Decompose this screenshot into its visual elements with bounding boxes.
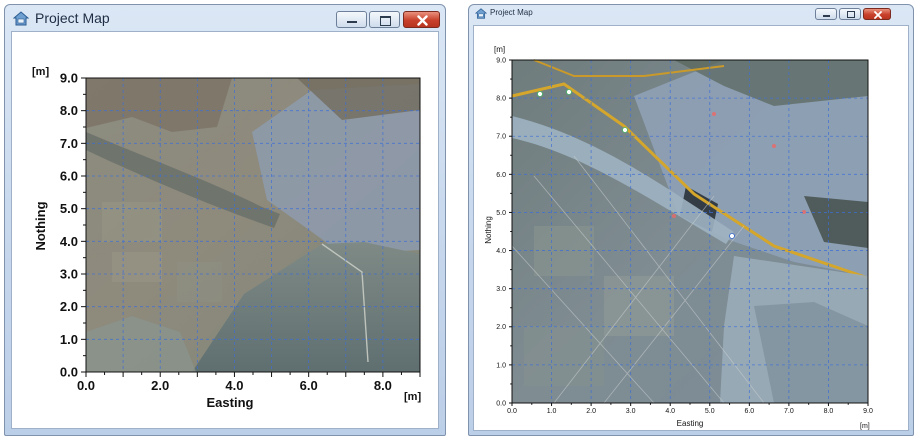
title-bar[interactable]: Project Map — [5, 5, 445, 31]
y-tick-labels: 0.0 1.0 2.0 3.0 4.0 5.0 6.0 7.0 8.0 9.0 — [60, 71, 78, 380]
y-axis-unit: [m] — [32, 66, 49, 78]
maximize-button[interactable] — [839, 8, 861, 20]
y-tick-label: 5.0 — [496, 210, 506, 217]
project-map-window-2: Project Map 0.0 1.0 2.0 3.0 4.0 5.0 6.0 … — [468, 4, 914, 436]
x-tick-label: 5.0 — [705, 408, 715, 415]
map-app-icon — [475, 8, 487, 19]
project-map-window-1: Project Map 0.0 2.0 4.0 6.0 8.0 0.0 1.0 … — [4, 4, 446, 436]
map-panel: 0.0 1.0 2.0 3.0 4.0 5.0 6.0 7.0 8.0 9.0 0.0 1.0 2.0… — [473, 25, 909, 431]
maximize-icon — [380, 16, 391, 26]
y-tick-label: 9.0 — [496, 57, 506, 64]
y-axis-label: Nothing — [484, 216, 493, 244]
y-tick-label: 5.0 — [60, 201, 78, 216]
y-tick-label: 6.0 — [60, 169, 78, 184]
x-axis-label: Easting — [207, 395, 254, 410]
x-tick-label: 4.0 — [665, 408, 675, 415]
x-tick-label: 3.0 — [626, 408, 636, 415]
x-tick-label: 2.0 — [586, 408, 596, 415]
y-tick-label: 1.0 — [496, 362, 506, 369]
minimize-icon — [823, 15, 830, 17]
close-button[interactable] — [863, 8, 891, 20]
y-tick-label: 8.0 — [496, 96, 506, 103]
x-tick-label: 6.0 — [300, 378, 318, 393]
y-tick-label: 2.0 — [496, 324, 506, 331]
x-tick-label: 8.0 — [374, 378, 392, 393]
map-app-icon — [13, 11, 29, 26]
x-tick-label: 1.0 — [547, 408, 557, 415]
close-icon — [874, 11, 882, 19]
minimize-button[interactable] — [336, 11, 367, 28]
y-tick-label: 7.0 — [496, 134, 506, 141]
y-tick-labels: 0.0 1.0 2.0 3.0 4.0 5.0 6.0 7.0 8.0 9.0 — [496, 57, 506, 407]
map-chart: 0.0 2.0 4.0 6.0 8.0 0.0 1.0 2.0 3.0 4.0 5.0 6.0 7.0… — [32, 66, 421, 410]
x-tick-labels: 0.0 2.0 4.0 6.0 8.0 — [77, 378, 392, 393]
x-axis-label: Easting — [677, 419, 704, 428]
x-tick-label: 2.0 — [151, 378, 169, 393]
y-tick-marks — [81, 77, 86, 373]
x-tick-labels: 0.0 1.0 2.0 3.0 4.0 5.0 6.0 7.0 8.0 9.0 — [507, 408, 873, 415]
y-tick-label: 0.0 — [60, 365, 78, 380]
y-tick-label: 4.0 — [496, 248, 506, 255]
title-bar[interactable]: Project Map — [469, 5, 913, 23]
x-axis-unit: [m] — [404, 391, 421, 403]
close-button[interactable] — [403, 11, 440, 28]
map-panel: 0.0 2.0 4.0 6.0 8.0 0.0 1.0 2.0 3.0 4.0 5.0 6.0 7.0… — [11, 31, 439, 429]
y-tick-label: 2.0 — [60, 299, 78, 314]
maximize-button[interactable] — [369, 11, 400, 28]
y-tick-label: 3.0 — [60, 267, 78, 282]
close-icon — [417, 15, 428, 26]
x-tick-marks — [85, 372, 421, 377]
x-tick-label: 0.0 — [77, 378, 95, 393]
map-chart: 0.0 1.0 2.0 3.0 4.0 5.0 6.0 7.0 8.0 9.0 0.0 1.0 2.0… — [484, 45, 873, 430]
x-tick-label: 8.0 — [824, 408, 834, 415]
y-tick-label: 7.0 — [60, 136, 78, 151]
x-tick-label: 0.0 — [507, 408, 517, 415]
y-axis-label: Nothing — [33, 201, 48, 250]
x-axis-unit: [m] — [860, 423, 870, 430]
satellite-map-image — [86, 78, 420, 372]
x-tick-label: 6.0 — [744, 408, 754, 415]
window-title: Project Map — [490, 8, 533, 17]
x-tick-label: 4.0 — [225, 378, 243, 393]
y-tick-label: 8.0 — [60, 103, 78, 118]
y-tick-label: 3.0 — [496, 286, 506, 293]
minimize-icon — [347, 21, 357, 23]
y-tick-label: 0.0 — [496, 400, 506, 407]
window-title: Project Map — [35, 10, 110, 26]
y-tick-label: 4.0 — [60, 234, 78, 249]
x-tick-label: 7.0 — [784, 408, 794, 415]
y-axis-unit: [m] — [494, 45, 505, 54]
y-tick-label: 6.0 — [496, 172, 506, 179]
satellite-map-image — [511, 59, 869, 404]
x-tick-label: 9.0 — [863, 408, 873, 415]
maximize-icon — [847, 11, 855, 18]
y-tick-label: 9.0 — [60, 71, 78, 86]
minimize-button[interactable] — [815, 8, 837, 20]
y-tick-label: 1.0 — [60, 332, 78, 347]
